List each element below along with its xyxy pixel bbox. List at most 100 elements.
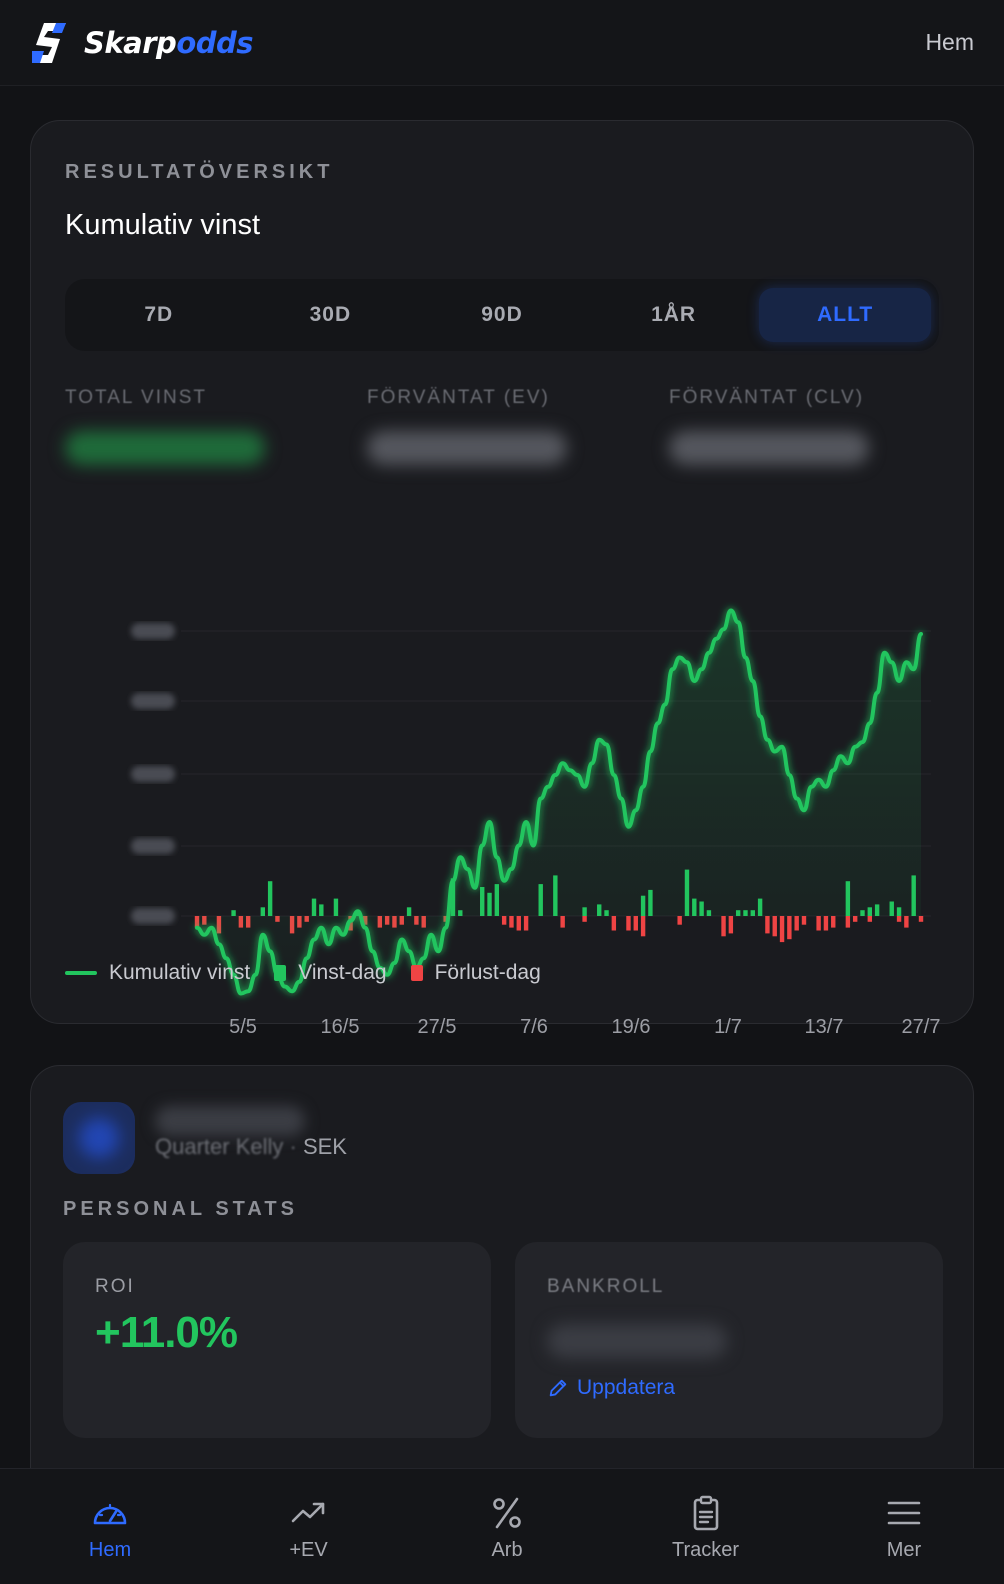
win-day-bar <box>406 907 412 916</box>
chart-legend: Kumulativ vinst Vinst-dag Förlust-dag <box>65 961 541 985</box>
stat-expected-clv-value-blurred <box>669 431 869 465</box>
tab-allt[interactable]: ALLT <box>759 288 931 342</box>
loss-day-bar <box>867 916 873 922</box>
loss-day-bar <box>516 916 521 931</box>
avatar <box>63 1102 135 1174</box>
loss-day-bar <box>626 916 631 931</box>
tab-7d[interactable]: 7D <box>73 288 245 342</box>
tab-1ar[interactable]: 1ÅR <box>588 288 760 342</box>
loss-day-bar <box>896 916 902 922</box>
win-day-bar <box>231 910 236 916</box>
x-tick-label: 19/6 <box>612 1016 651 1038</box>
legend-win-day: Vinst-dag <box>274 961 387 985</box>
clipboard-icon <box>693 1495 718 1531</box>
overview-title: Kumulativ vinst <box>65 209 261 241</box>
y-tick-label-blurred <box>131 693 175 709</box>
nav-item-ev[interactable]: +EV <box>249 1469 369 1584</box>
nav-item-mer[interactable]: Mer <box>844 1469 964 1584</box>
profile-currency: SEK <box>302 1134 347 1159</box>
loss-day-bar <box>852 916 858 922</box>
brand-logo-icon <box>32 22 66 63</box>
percent-icon <box>493 1497 521 1529</box>
x-tick-label: 1/7 <box>714 1016 742 1038</box>
bottom-nav: Hem +EV Arb Tracker Mer <box>0 1468 1004 1584</box>
roi-label: ROI <box>95 1276 135 1297</box>
personal-stats-grid: ROI +11.0% BANKROLL Uppdatera <box>63 1242 943 1438</box>
loss-day-bar <box>918 916 924 922</box>
win-day-bar <box>267 881 273 916</box>
cumulative-area <box>197 610 921 994</box>
legend-win-label: Vinst-dag <box>298 961 387 984</box>
loss-day-bar <box>633 916 638 931</box>
loss-day-bar <box>794 916 799 931</box>
update-bankroll-label: Uppdatera <box>577 1376 676 1399</box>
loss-day-bar <box>523 916 529 931</box>
nav-label-arb: Arb <box>491 1539 523 1561</box>
roi-value: +11.0% <box>95 1308 238 1357</box>
loss-day-bar <box>640 916 646 937</box>
legend-loss-label: Förlust-dag <box>434 961 541 984</box>
win-day-bar <box>333 898 339 916</box>
header-home-link[interactable]: Hem <box>925 29 974 56</box>
stat-expected-ev-value-blurred <box>367 431 567 465</box>
gauge-icon <box>93 1503 127 1525</box>
loss-day-bar <box>904 916 909 928</box>
loss-day-bar <box>801 916 807 925</box>
loss-day-bar <box>823 916 829 931</box>
stat-expected-ev: FÖRVÄNTAT (EV) <box>367 387 567 465</box>
personal-stats-heading: PERSONAL STATS <box>63 1198 298 1220</box>
x-tick-label: 16/5 <box>321 1016 360 1038</box>
loss-day-bar <box>787 916 792 940</box>
x-tick-label: 13/7 <box>805 1016 844 1038</box>
update-bankroll-link[interactable]: Uppdatera <box>547 1376 675 1400</box>
x-tick-label: 27/5 <box>418 1016 457 1038</box>
x-tick-label: 7/6 <box>520 1016 548 1038</box>
overview-overline: RESULTATÖVERSIKT <box>65 161 334 183</box>
win-day-bar <box>311 898 317 916</box>
loss-day-bar <box>816 916 821 931</box>
nav-item-tracker[interactable]: Tracker <box>646 1469 766 1584</box>
loss-day-bar <box>772 916 777 937</box>
nav-label-hem: Hem <box>88 1539 132 1561</box>
nav-item-hem[interactable]: Hem <box>50 1469 170 1584</box>
y-tick-label-blurred <box>131 766 175 782</box>
app-header: Skarpodds Hem <box>0 0 1004 86</box>
stat-total-profit-value-blurred <box>65 431 265 465</box>
win-day-bar <box>319 904 324 916</box>
profile-name-blurred <box>155 1106 305 1136</box>
profile-strategy: Quarter Kelly <box>155 1134 284 1159</box>
legend-win-swatch <box>274 965 287 981</box>
nav-item-arb[interactable]: Arb <box>447 1469 567 1584</box>
bankroll-value-blurred <box>547 1324 727 1358</box>
legend-cumulative-swatch <box>65 971 97 975</box>
y-tick-label-blurred <box>131 838 175 854</box>
win-day-bar <box>260 907 266 916</box>
tab-90d[interactable]: 90D <box>416 288 588 342</box>
loss-day-bar <box>560 916 565 928</box>
bankroll-box: BANKROLL Uppdatera <box>515 1242 943 1438</box>
brand-name: Skarpodds <box>84 25 254 60</box>
loss-day-bar <box>728 916 734 934</box>
loss-day-bar <box>677 916 682 925</box>
trending-up-icon <box>291 1502 324 1523</box>
roi-box: ROI +11.0% <box>63 1242 491 1438</box>
loss-day-bar <box>611 916 617 931</box>
y-tick-label-blurred <box>131 623 175 639</box>
y-tick-label-blurred <box>131 908 175 924</box>
loss-day-bar <box>509 916 514 928</box>
brand[interactable]: Skarpodds <box>30 21 254 65</box>
x-tick-label: 27/7 <box>902 1016 941 1038</box>
stat-expected-clv-label: FÖRVÄNTAT (CLV) <box>669 387 865 408</box>
menu-icon <box>887 1501 921 1525</box>
profile-subtitle: Quarter Kelly · SEK <box>155 1134 347 1160</box>
brand-name-part2: odds <box>176 25 254 60</box>
tab-30d[interactable]: 30D <box>245 288 417 342</box>
legend-cumulative-label: Kumulativ vinst <box>109 961 251 984</box>
loss-day-bar <box>845 916 851 928</box>
nav-label-ev: +EV <box>289 1539 328 1561</box>
profile-sep: · <box>283 1134 303 1159</box>
stat-total-profit-label: TOTAL VINST <box>65 387 208 408</box>
loss-day-bar <box>779 916 785 943</box>
results-overview-card: RESULTATÖVERSIKT Kumulativ vinst 7D 30D … <box>30 120 974 1038</box>
loss-day-bar <box>582 916 587 922</box>
